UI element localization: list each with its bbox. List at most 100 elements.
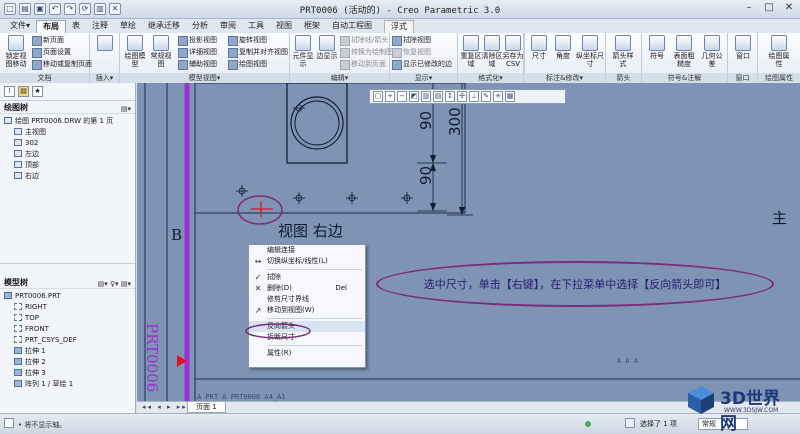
tab-file[interactable]: 文件▾ [4,20,36,33]
edge-display-button[interactable]: 边显示 [314,35,340,60]
dim-text-90-bottom[interactable]: 90 [417,166,435,185]
geometric-tolerance-button[interactable]: 几何公差 [699,35,725,68]
tab-layout[interactable]: 布局 [36,20,67,33]
tree-item[interactable]: 拉伸 2 [4,357,135,368]
copy-align-view-button[interactable]: 复制并对齐视图 [228,47,288,58]
group-label-edit[interactable]: 编辑▾ [290,73,389,83]
minimize-icon[interactable]: – [742,2,756,15]
menu-item-toggle-ordinate[interactable]: ↔ 切换纵坐标/线性(L) [249,256,365,267]
ordinate-dimension-button[interactable]: 纵坐标尺寸 [574,35,606,68]
tree-item[interactable]: 顶部 [4,160,135,171]
tab-sketch[interactable]: 草绘 [114,20,142,33]
dim-text-300[interactable]: 300 [446,107,464,136]
general-view-button[interactable]: 常规视图 [148,35,174,68]
zoom-in-icon[interactable]: + [385,91,395,102]
tree-item[interactable]: PRT0006.PRT [4,291,135,302]
tree-item[interactable]: RIGHT [4,302,135,313]
tree-item[interactable]: 302 [4,138,135,149]
auxiliary-view-button[interactable]: 辅助视图 [178,59,217,70]
detail-view-button[interactable]: 详细视图 [178,47,217,58]
move-to-page-button[interactable]: 移动到页面 [340,59,386,70]
group-label-insert[interactable]: 插入▾ [90,73,119,83]
annotation-display-icon[interactable]: ✎ [481,91,491,102]
tree-item[interactable]: PRT_CSYS_DEF [4,335,135,346]
menu-item-edit-attachment[interactable]: 编辑连接 [249,245,365,256]
tree-tab-icon[interactable]: ⁞ [4,86,15,97]
tab-floating[interactable]: 浮式 [384,20,415,33]
menu-item-properties[interactable]: 属性(R) [249,348,365,359]
tree-item[interactable]: 拉伸 3 [4,368,135,379]
tree-item[interactable]: 拉伸 1 [4,346,135,357]
insert-button[interactable] [92,35,118,52]
menu-item-delete[interactable]: ✕ 删除(D) Del [249,283,365,294]
angle-button[interactable]: 角度 [550,35,576,60]
tab-table[interactable]: 表 [66,20,86,33]
folder-tab-icon[interactable]: ▤ [18,86,29,97]
page-setup-button[interactable]: 页面设置 [32,47,71,58]
tab-tools[interactable]: 工具 [242,20,270,33]
symbol-button[interactable]: 符号 [644,35,670,60]
show-modified-edges-button[interactable]: 显示已修改的边 [392,59,452,70]
tree-item[interactable]: TOP [4,313,135,324]
zoom-out-icon[interactable]: − [397,91,407,102]
tab-analysis[interactable]: 分析 [186,20,214,33]
surface-finish-button[interactable]: 表面粗糙度 [671,35,697,68]
tree-item[interactable]: 阵列 1 / 草绘 1 [4,379,135,390]
refit-icon[interactable]: ▢ [373,91,383,102]
tab-frame[interactable]: 框架 [298,20,326,33]
spin-center-icon[interactable]: ✳ [493,91,503,102]
tree-settings-icon[interactable]: ▤▾ [121,103,131,116]
tree-item[interactable]: 主视图 [4,127,135,138]
tab-legacy-migration[interactable]: 继承迁移 [142,20,186,33]
drawing-canvas[interactable]: 90 90 300 视图 右边 B PRT0006 主 A A A A PRT … [137,83,800,401]
dim-text-90-top[interactable]: 90 [417,111,435,130]
csys-display-icon[interactable]: ⊥ [469,91,479,102]
selected-dimension[interactable] [251,201,273,217]
tree-item[interactable]: FRONT [4,324,135,335]
erase-view-button[interactable]: 拭除视图 [392,35,431,46]
message-log-icon[interactable] [4,418,14,428]
maximize-icon[interactable]: □ [762,2,776,15]
new-page-button[interactable]: 新页面 [32,35,64,46]
tree-item[interactable]: 左边 [4,149,135,160]
projection-view-button[interactable]: 投影视图 [178,35,217,46]
dimension-button[interactable]: 尺寸 [526,35,552,60]
menu-item-move-to-view[interactable]: ↗ 移动到视图(W) [249,305,365,316]
lock-view-move-button[interactable]: 锁定视图移动 [3,35,29,68]
model-tree-settings-icon[interactable]: ▤▾ ♀▾ ▤▾ [98,278,131,291]
drawing-model-button[interactable]: 绘图模型 [122,35,148,68]
view-label[interactable]: 视图 右边 [278,222,343,240]
restore-view-button[interactable]: 恢复视图 [392,47,431,58]
group-label-format[interactable]: 格式化▾ [458,73,523,83]
axis-display-icon[interactable]: ↕ [445,91,455,102]
arrow-style-button[interactable]: 箭头样式 [610,35,636,68]
move-copy-page-button[interactable]: 移动或复制页面 [32,59,92,70]
group-label-model-views[interactable]: 模型视图▾ [120,73,289,83]
tab-annotate[interactable]: 注释 [86,20,114,33]
window-button[interactable]: 窗口 [730,35,756,60]
tree-item[interactable]: 绘图 PRT0006.DRW 的第 1 页 [4,116,135,127]
tree-item[interactable]: 右边 [4,171,135,182]
selection-filter-icon[interactable] [625,418,635,428]
erase-line-arrow-button[interactable]: 拭除线/箭头 [340,35,388,46]
layer-icon[interactable]: ▦ [505,91,515,102]
menu-item-trim-witness[interactable]: 修剪尺寸界线 [249,294,365,305]
close-icon[interactable]: ✕ [782,2,796,15]
datum-display-icon[interactable]: ▤ [433,91,443,102]
group-label-dimensions[interactable]: 标注&修改▾ [524,73,605,83]
favorites-tab-icon[interactable]: ★ [32,86,43,97]
tab-auto-drawing[interactable]: 自动工程图 [326,20,378,33]
tab-review[interactable]: 审阅 [214,20,242,33]
drawing-view-button[interactable]: 绘图视图 [228,59,267,70]
revolved-view-button[interactable]: 旋转视图 [228,35,267,46]
menu-item-erase[interactable]: ✓ 拭除 [249,272,365,283]
drawing-properties-button[interactable]: 绘图属性 [766,35,792,68]
component-display-button[interactable]: 元件显示 [290,35,316,68]
page-tab-1[interactable]: 页面 1 [187,402,226,413]
save-as-csv-button[interactable]: 另存为CSV [500,35,526,68]
repaint-icon[interactable]: ◩ [409,91,419,102]
group-label-display[interactable]: 显示▾ [390,73,457,83]
point-display-icon[interactable]: ✣ [457,91,467,102]
tab-view[interactable]: 视图 [270,20,298,33]
display-style-icon[interactable]: ▥ [421,91,431,102]
